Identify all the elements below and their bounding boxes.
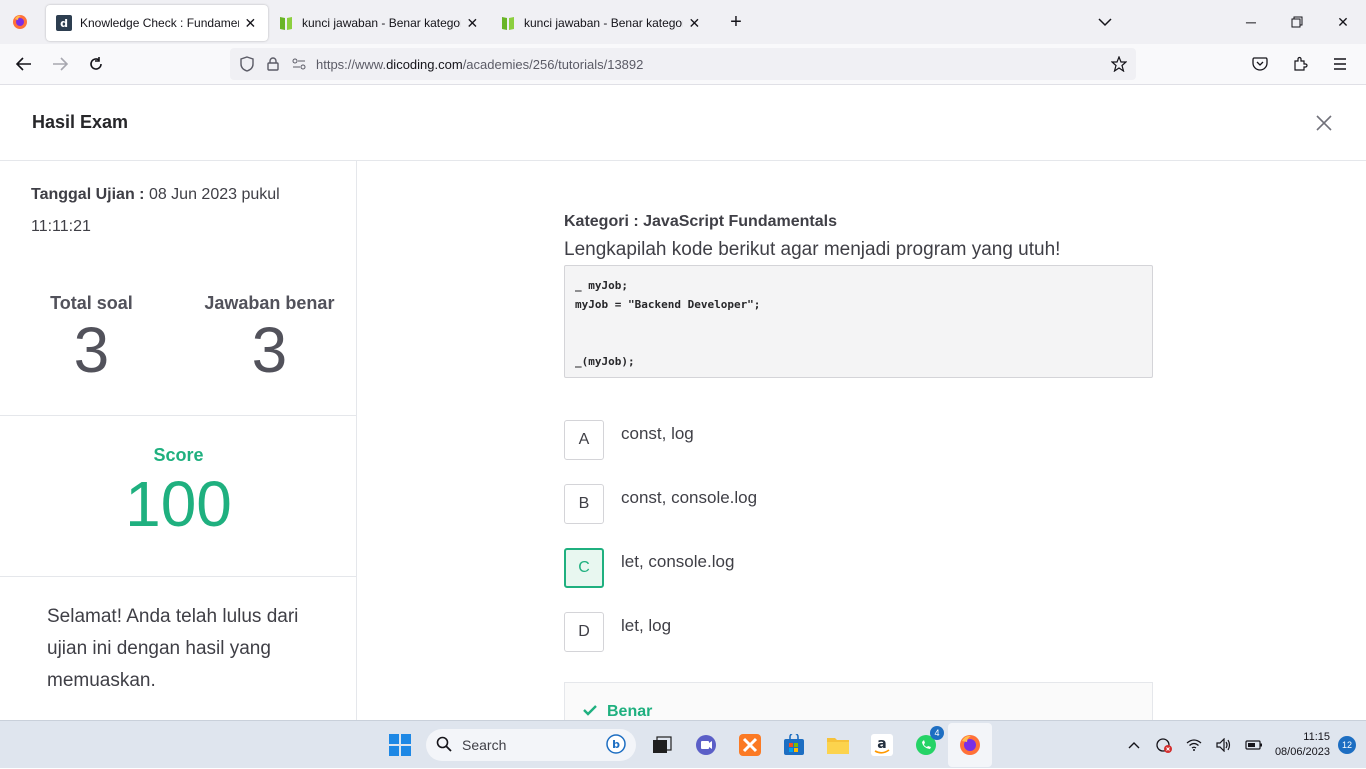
firefox-taskbar-icon[interactable] <box>948 723 992 767</box>
result-label: Benar <box>607 703 653 720</box>
pocket-icon[interactable] <box>1242 48 1278 80</box>
answer-options: A const, log B const, console.log C let,… <box>564 420 1154 676</box>
result-summary-panel: Tanggal Ujian : 08 Jun 2023 pukul 11:11:… <box>0 161 357 720</box>
navigation-toolbar: https://www.dicoding.com/academies/256/t… <box>0 44 1366 85</box>
score-label: Score <box>153 445 204 465</box>
firefox-view-icon[interactable] <box>0 0 40 44</box>
svg-text:a: a <box>877 736 886 752</box>
teams-chat-icon[interactable] <box>684 723 728 767</box>
reload-icon[interactable] <box>78 48 114 80</box>
svg-text:b: b <box>612 738 620 751</box>
close-tab-icon[interactable]: ✕ <box>687 15 702 31</box>
taskbar-search[interactable]: Search b <box>426 729 636 761</box>
windows-start-icon[interactable] <box>378 723 422 767</box>
whatsapp-badge: 4 <box>930 726 944 740</box>
permissions-icon[interactable] <box>286 48 312 80</box>
page-title: Hasil Exam <box>32 112 129 132</box>
total-questions: Total soal 3 <box>0 293 183 386</box>
clock-time: 11:15 <box>1303 731 1330 743</box>
file-explorer-icon[interactable] <box>816 723 860 767</box>
score-box: Score 100 <box>0 415 357 577</box>
shield-icon[interactable] <box>234 48 260 80</box>
clock[interactable]: 11:15 08/06/2023 <box>1275 730 1330 760</box>
close-window-button[interactable]: ✕ <box>1320 0 1366 44</box>
forward-arrow-icon[interactable] <box>42 48 78 80</box>
url-text: https://www.dicoding.com/academies/256/t… <box>316 56 644 72</box>
dicoding-logo-icon: d <box>56 15 72 31</box>
option-letter: A <box>564 420 604 460</box>
battery-icon[interactable] <box>1239 721 1269 769</box>
close-icon[interactable] <box>1310 109 1338 137</box>
amazon-icon[interactable]: a <box>860 723 904 767</box>
option-text: let, log <box>621 616 672 635</box>
score-value: 100 <box>125 468 232 540</box>
option-letter: D <box>564 612 604 652</box>
task-view-icon[interactable] <box>640 723 684 767</box>
checkmark-icon <box>583 703 597 720</box>
total-questions-value: 3 <box>73 314 110 386</box>
correct-answers: Jawaban benar 3 <box>183 293 356 386</box>
question-panel: Kategori : JavaScript Fundamentals Lengk… <box>564 161 1154 720</box>
search-label: Search <box>462 737 507 753</box>
list-all-tabs-icon[interactable] <box>1082 0 1128 44</box>
option-c[interactable]: C let, console.log <box>564 548 1154 612</box>
bing-icon: b <box>606 733 626 757</box>
new-tab-button[interactable]: + <box>718 4 754 40</box>
tab-title: kunci jawaban - Benar kategori <box>524 16 683 30</box>
clock-date: 08/06/2023 <box>1274 746 1330 758</box>
tab-title: Knowledge Check : Fundamentals <box>80 16 239 30</box>
congrats-message: Selamat! Anda telah lulus dari ujian ini… <box>47 606 299 691</box>
option-a[interactable]: A const, log <box>564 420 1154 484</box>
minimize-button[interactable]: ─ <box>1228 0 1274 44</box>
search-icon <box>436 736 452 755</box>
page-header: Hasil Exam <box>0 85 1366 161</box>
tab-strip: d Knowledge Check : Fundamentals ✕ kunci… <box>0 0 1366 44</box>
exam-stats: Total soal 3 Jawaban benar 3 <box>0 293 356 386</box>
option-d[interactable]: D let, log <box>564 612 1154 676</box>
extensions-icon[interactable] <box>1282 48 1318 80</box>
close-tab-icon[interactable]: ✕ <box>465 15 480 31</box>
windows-taskbar: Search b a 4 11:15 08/06/2023 12 <box>0 720 1366 768</box>
tab-title: kunci jawaban - Benar kategori <box>302 16 461 30</box>
microsoft-store-icon[interactable] <box>772 723 816 767</box>
lock-icon[interactable] <box>260 48 286 80</box>
notification-badge[interactable]: 12 <box>1338 736 1356 754</box>
tab-knowledge-check[interactable]: d Knowledge Check : Fundamentals ✕ <box>46 5 268 41</box>
option-text: const, log <box>621 424 694 443</box>
wifi-icon[interactable] <box>1179 721 1209 769</box>
question-category: Kategori : JavaScript Fundamentals <box>564 213 837 230</box>
restore-button[interactable] <box>1274 0 1320 44</box>
green-book-icon <box>278 15 294 31</box>
correct-answers-value: 3 <box>251 314 288 386</box>
volume-icon[interactable] <box>1209 721 1239 769</box>
bookmark-star-icon[interactable] <box>1106 48 1132 80</box>
answer-result: Benar <box>564 682 1153 720</box>
network-warning-icon[interactable] <box>1149 721 1179 769</box>
total-questions-label: Total soal <box>50 293 133 313</box>
option-text: let, console.log <box>621 552 735 571</box>
question-text: Lengkapilah kode berikut agar menjadi pr… <box>564 239 1061 260</box>
option-letter: B <box>564 484 604 524</box>
option-text: const, console.log <box>621 488 758 507</box>
code-block: _ myJob; myJob = "Backend Developer"; _(… <box>564 265 1153 378</box>
chevron-up-icon[interactable] <box>1119 721 1149 769</box>
green-book-icon <box>500 15 516 31</box>
tab-kunci-jawaban-2[interactable]: kunci jawaban - Benar kategori ✕ <box>490 5 712 41</box>
svg-text:d: d <box>60 17 68 30</box>
url-bar[interactable]: https://www.dicoding.com/academies/256/t… <box>230 48 1136 80</box>
xampp-icon[interactable] <box>728 723 772 767</box>
menu-hamburger-icon[interactable] <box>1322 48 1358 80</box>
page-content: Hasil Exam Tanggal Ujian : 08 Jun 2023 p… <box>0 85 1366 720</box>
back-arrow-icon[interactable] <box>6 48 42 80</box>
tab-kunci-jawaban-1[interactable]: kunci jawaban - Benar kategori ✕ <box>268 5 490 41</box>
whatsapp-icon[interactable]: 4 <box>904 723 948 767</box>
option-letter-selected: C <box>564 548 604 588</box>
option-b[interactable]: B const, console.log <box>564 484 1154 548</box>
correct-answers-label: Jawaban benar <box>204 293 335 313</box>
close-tab-icon[interactable]: ✕ <box>243 15 258 31</box>
exam-date: Tanggal Ujian : 08 Jun 2023 pukul 11:11:… <box>31 186 280 235</box>
